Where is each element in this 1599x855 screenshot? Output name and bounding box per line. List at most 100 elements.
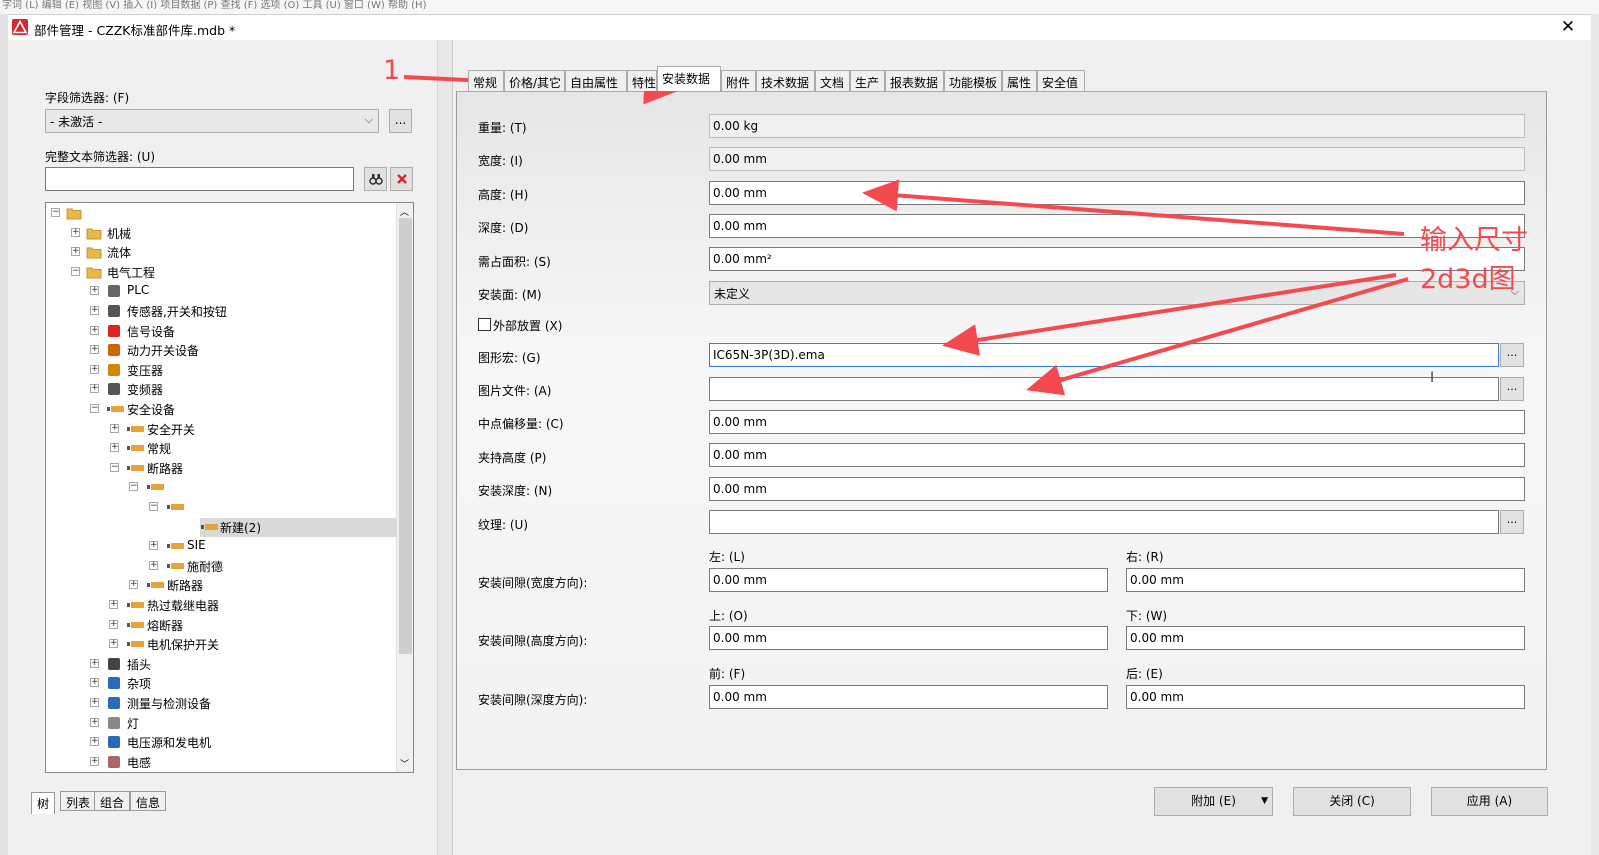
field-filter-ellipsis-button[interactable]: ... [389, 109, 412, 133]
tab-12[interactable]: 安全值 [1037, 70, 1085, 91]
tree-node[interactable]: + 灯 [46, 714, 396, 733]
collapse-icon[interactable]: − [71, 266, 80, 276]
tree-node[interactable]: + 测量与检测设备 [46, 694, 396, 713]
gap-bottom-field[interactable]: 0.00 mm [1126, 626, 1525, 650]
tree-node[interactable]: + 电机保护开关 [46, 635, 396, 654]
tree-scrollbar[interactable]: ︿ ﹀ [396, 203, 413, 772]
gap-top-field[interactable]: 0.00 mm [709, 626, 1108, 650]
scroll-down-icon[interactable]: ﹀ [400, 757, 409, 770]
tree-node[interactable]: + 变频器 [46, 380, 396, 399]
tab-2[interactable]: 自由属性 [565, 70, 627, 91]
collapse-icon[interactable]: − [110, 462, 119, 472]
tree-node[interactable]: + 变压器 [46, 361, 396, 380]
clamp-height-field[interactable]: 0.00 mm [709, 443, 1525, 467]
tree-node[interactable]: + 断路器 [46, 576, 396, 595]
binoculars-button[interactable] [364, 167, 387, 191]
expand-icon[interactable]: + [90, 306, 99, 315]
tree-node[interactable]: + 传感器,开关和按钮 [46, 302, 396, 321]
close-icon[interactable]: ✕ [1557, 16, 1579, 38]
add-dropdown-button[interactable]: 附加 (E) ▼ [1154, 787, 1273, 816]
expand-icon[interactable]: + [90, 658, 99, 668]
gap-right-field[interactable]: 0.00 mm [1126, 568, 1525, 592]
texture-browse-button[interactable]: ... [1500, 510, 1524, 534]
tree-node[interactable]: + 电感 [46, 753, 396, 772]
collapse-icon[interactable]: − [90, 404, 99, 413]
close-button[interactable]: 关闭 (C) [1293, 787, 1411, 816]
tab-11[interactable]: 属性 [1002, 70, 1037, 91]
expand-icon[interactable]: + [90, 717, 99, 727]
tab-10[interactable]: 功能模板 [944, 70, 1002, 91]
tab-4[interactable]: 安装数据 [657, 66, 721, 91]
tree-node[interactable]: − [46, 204, 396, 223]
tree-node[interactable]: − 断路器 [46, 459, 396, 478]
gap-back-field[interactable]: 0.00 mm [1126, 685, 1525, 709]
expand-icon[interactable]: + [129, 580, 138, 590]
tab-1[interactable]: 价格/其它 [504, 70, 565, 91]
expand-icon[interactable]: + [109, 619, 118, 629]
tree-node[interactable]: + PLC [46, 282, 396, 301]
expand-icon[interactable]: + [71, 247, 80, 257]
tab-group[interactable]: 组合 [94, 791, 131, 811]
collapse-icon[interactable]: − [51, 208, 60, 217]
expand-icon[interactable]: + [110, 423, 119, 433]
expand-icon[interactable]: + [149, 541, 158, 551]
weight-field[interactable]: 0.00 kg [709, 114, 1525, 138]
scrollbar-thumb[interactable] [399, 218, 412, 654]
image-file-browse-button[interactable]: ... [1500, 377, 1524, 401]
external-placement-checkbox[interactable] [478, 318, 491, 331]
tree-node[interactable]: + 热过载继电器 [46, 596, 396, 615]
tree-node[interactable]: + 插头 [46, 655, 396, 674]
expand-icon[interactable]: + [110, 443, 119, 453]
collapse-icon[interactable]: − [149, 502, 158, 511]
expand-icon[interactable]: + [90, 756, 99, 766]
image-file-field[interactable] [709, 377, 1499, 401]
expand-icon[interactable]: + [71, 227, 80, 237]
tree-node[interactable]: − [46, 498, 396, 517]
expand-icon[interactable]: + [90, 678, 99, 688]
parts-tree[interactable]: − + 机械 + 流体 − 电气工程 + PLC + 传感器,开关和按钮 + 信号设备 + 动力开关设备 + 变… [45, 202, 414, 773]
tree-node[interactable]: + SIE [46, 537, 396, 556]
tree-node[interactable]: + 动力开关设备 [46, 341, 396, 360]
height-field[interactable]: 0.00 mm [709, 181, 1525, 205]
collapse-icon[interactable]: − [129, 482, 138, 492]
pane-splitter[interactable] [437, 40, 453, 855]
fulltext-filter-input[interactable] [45, 167, 354, 191]
tab-0[interactable]: 常规 [468, 70, 504, 91]
clear-filter-button[interactable] [390, 167, 413, 191]
tab-7[interactable]: 文档 [815, 70, 850, 91]
tree-node[interactable]: + 杂项 [46, 674, 396, 693]
tab-8[interactable]: 生产 [850, 70, 885, 91]
apply-button[interactable]: 应用 (A) [1431, 787, 1548, 816]
graphic-macro-browse-button[interactable]: ... [1500, 343, 1524, 367]
tree-node[interactable]: + 电压源和发电机 [46, 733, 396, 752]
tree-node[interactable]: − [46, 478, 396, 497]
tree-node[interactable]: 新建(2) [200, 517, 396, 537]
expand-icon[interactable]: + [90, 325, 99, 335]
tree-node[interactable]: + 熔断器 [46, 616, 396, 635]
tab-info[interactable]: 信息 [130, 791, 167, 811]
tree-node[interactable]: + 施耐德 [46, 557, 396, 576]
tab-5[interactable]: 附件 [721, 70, 756, 91]
expand-icon[interactable]: + [90, 286, 99, 296]
scroll-up-icon[interactable]: ︿ [400, 205, 409, 218]
gap-front-field[interactable]: 0.00 mm [709, 685, 1108, 709]
field-filter-select[interactable]: - 未激活 - ⌵ [45, 109, 379, 133]
graphic-macro-field[interactable]: IC65N-3P(3D).ema [709, 343, 1499, 367]
gap-left-field[interactable]: 0.00 mm [709, 568, 1108, 592]
expand-icon[interactable]: + [90, 345, 99, 355]
expand-icon[interactable]: + [149, 560, 158, 570]
tree-node[interactable]: + 常规 [46, 439, 396, 458]
tree-node[interactable]: + 安全开关 [46, 420, 396, 439]
width-field[interactable]: 0.00 mm [709, 147, 1525, 171]
tab-6[interactable]: 技术数据 [756, 70, 815, 91]
center-offset-field[interactable]: 0.00 mm [709, 410, 1525, 434]
expand-icon[interactable]: + [90, 364, 99, 374]
expand-icon[interactable]: + [90, 737, 99, 747]
tab-9[interactable]: 报表数据 [885, 70, 944, 91]
tree-node[interactable]: − 电气工程 [46, 263, 396, 282]
tab-list[interactable]: 列表 [60, 791, 97, 811]
expand-icon[interactable]: + [90, 384, 99, 394]
texture-field[interactable] [709, 510, 1499, 534]
expand-icon[interactable]: + [109, 639, 118, 649]
tree-node[interactable]: − 安全设备 [46, 400, 396, 419]
